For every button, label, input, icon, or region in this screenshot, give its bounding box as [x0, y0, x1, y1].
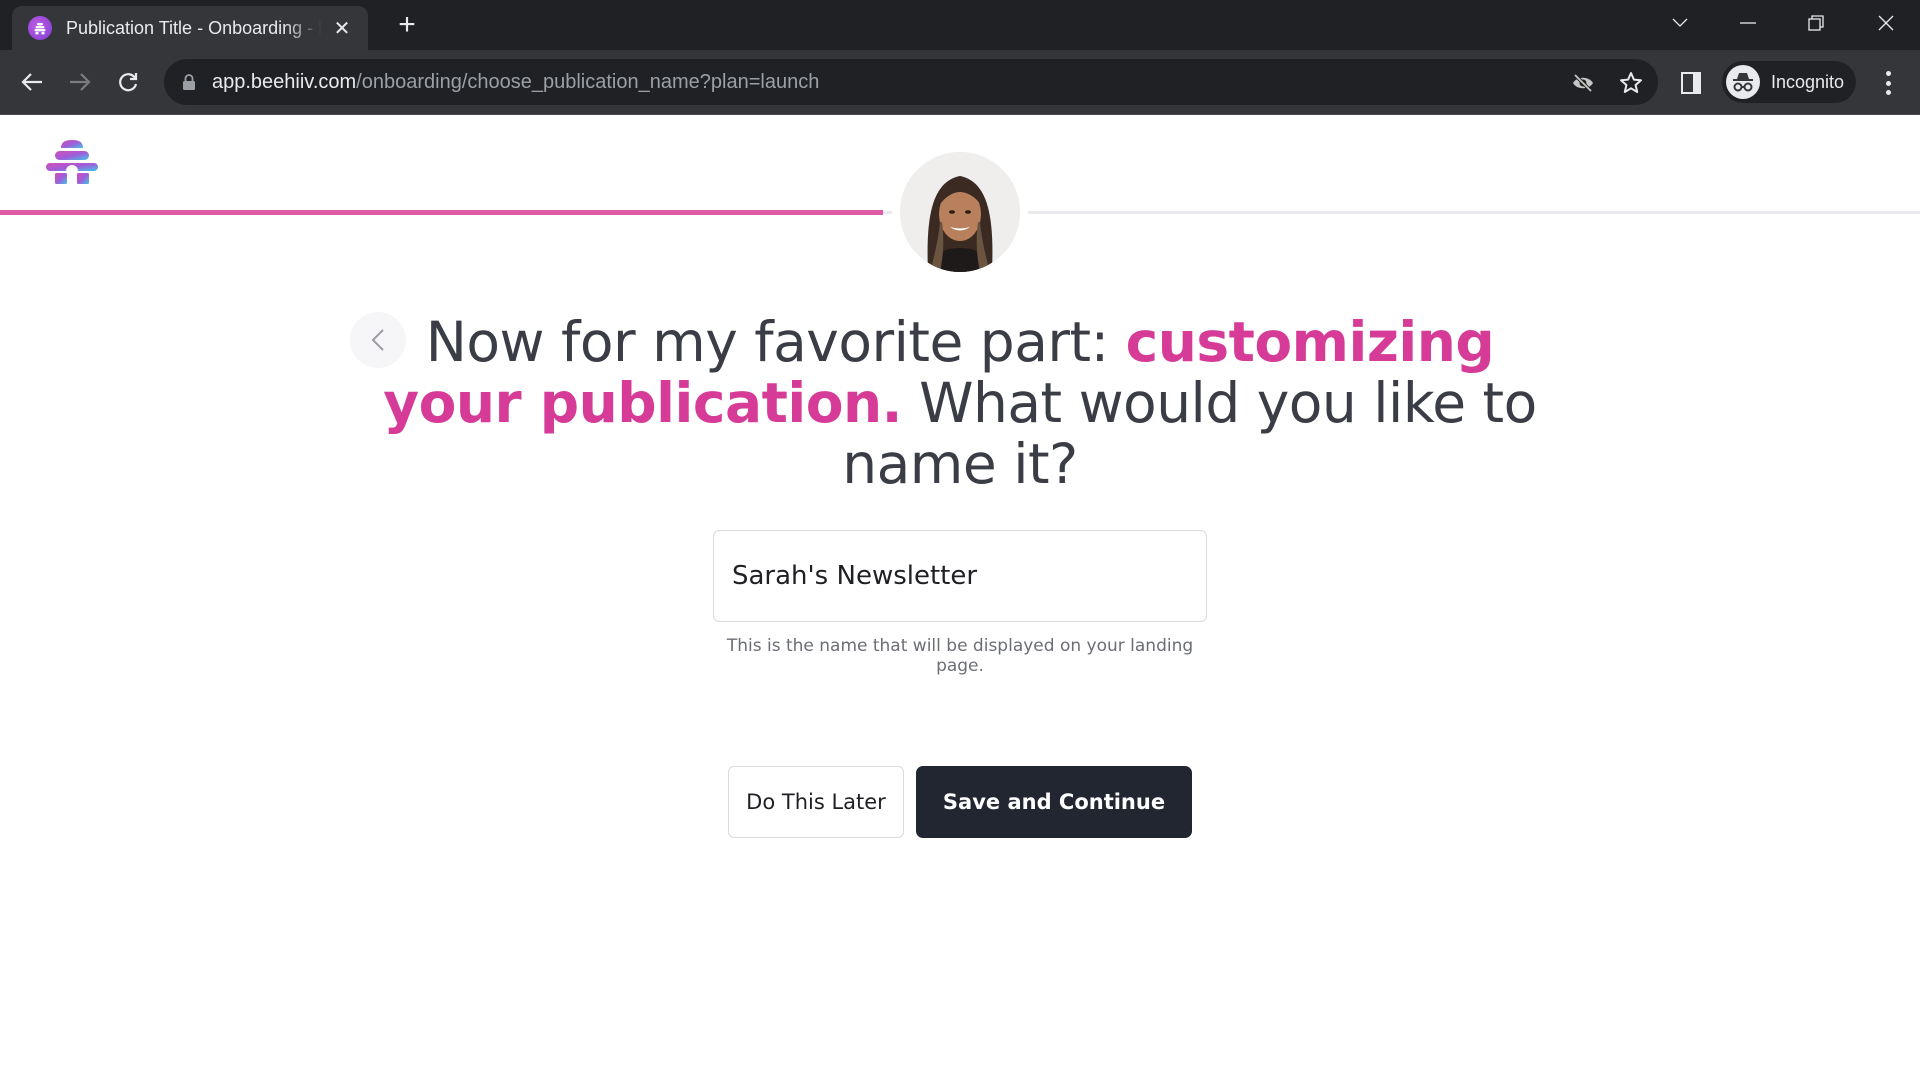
- tab-close-icon[interactable]: ✕: [330, 16, 354, 41]
- beehiiv-favicon-icon: [28, 16, 52, 40]
- lock-icon[interactable]: [182, 74, 196, 90]
- url-path: /onboarding/choose_publication_name?plan…: [356, 70, 820, 93]
- incognito-icon: [1726, 65, 1760, 99]
- side-panel-icon[interactable]: [1678, 70, 1704, 96]
- beehiiv-logo[interactable]: [46, 138, 98, 188]
- url-text[interactable]: app.beehiiv.com/onboarding/choose_public…: [212, 71, 819, 94]
- reload-icon[interactable]: [110, 64, 146, 100]
- url-host: app.beehiiv.com: [212, 70, 357, 93]
- browser-titlebar: Publication Title - Onboarding - beehiiv…: [0, 0, 1920, 50]
- back-arrow-icon[interactable]: [14, 64, 50, 100]
- tab-title: Publication Title - Onboarding - beehiiv: [66, 17, 322, 38]
- forward-arrow-icon[interactable]: [62, 64, 98, 100]
- avatar: [900, 152, 1020, 272]
- restore-icon[interactable]: [1796, 8, 1836, 38]
- profile-label: Incognito: [1771, 71, 1845, 92]
- heading-part2: What would you like to name it?: [842, 371, 1537, 496]
- page-title: Now for my favorite part: customizing yo…: [380, 312, 1540, 495]
- do-this-later-button[interactable]: Do This Later: [728, 766, 904, 838]
- publication-name-input[interactable]: [713, 530, 1207, 622]
- minimize-icon[interactable]: [1728, 8, 1768, 38]
- star-icon[interactable]: [1618, 70, 1644, 96]
- new-tab-button[interactable]: +: [392, 10, 422, 40]
- browser-tab[interactable]: Publication Title - Onboarding - beehiiv…: [12, 6, 368, 50]
- tab-search-icon[interactable]: [1660, 8, 1700, 38]
- onboarding-page: Now for my favorite part: customizing yo…: [0, 116, 1920, 1080]
- close-window-icon[interactable]: [1866, 8, 1906, 38]
- publication-name-helper: This is the name that will be displayed …: [726, 636, 1194, 676]
- save-and-continue-button[interactable]: Save and Continue: [916, 766, 1192, 838]
- eye-off-icon[interactable]: [1570, 70, 1596, 96]
- more-vert-icon[interactable]: [1876, 68, 1900, 98]
- address-bar[interactable]: app.beehiiv.com/onboarding/choose_public…: [164, 59, 1658, 105]
- progress-bar-fill: [0, 210, 884, 215]
- heading-part1: Now for my favorite part:: [425, 310, 1126, 374]
- profile-button[interactable]: Incognito: [1722, 61, 1856, 103]
- browser-toolbar: app.beehiiv.com/onboarding/choose_public…: [0, 50, 1920, 115]
